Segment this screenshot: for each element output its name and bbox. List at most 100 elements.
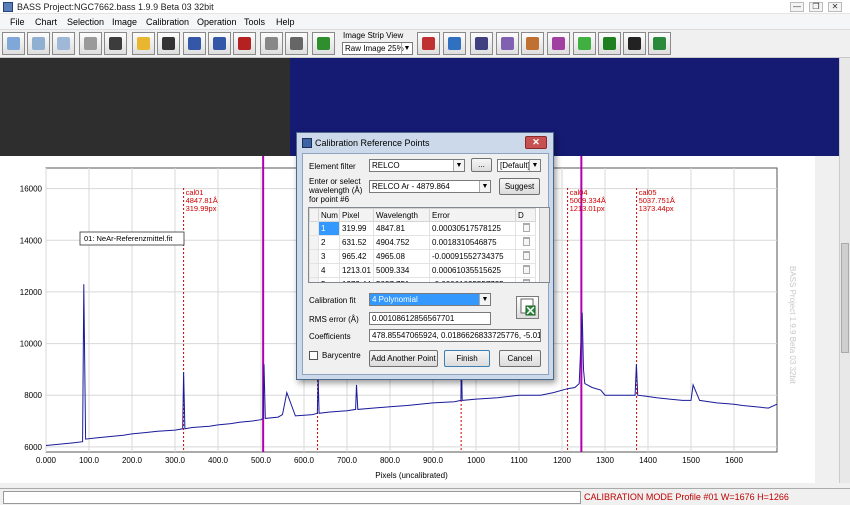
cell-error[interactable]: 0.00061035515625 — [429, 263, 516, 278]
cell-num[interactable]: 4 — [318, 263, 340, 278]
row-header[interactable] — [309, 263, 319, 278]
add-another-point-button[interactable]: Add Another Point — [369, 350, 438, 367]
cell-delete[interactable] — [515, 221, 536, 236]
element-filter-select[interactable]: RELCO ▼ — [369, 159, 465, 172]
delete-button[interactable] — [233, 32, 256, 55]
cell-delete[interactable] — [515, 263, 536, 278]
ab-button[interactable] — [598, 32, 621, 55]
cell-delete[interactable] — [515, 277, 536, 282]
cell-wavelength[interactable]: 4847.81 — [373, 221, 430, 236]
cell-error[interactable]: 0.00030517578125 — [429, 221, 516, 236]
excel-button[interactable] — [648, 32, 671, 55]
draw-button[interactable] — [260, 32, 283, 55]
image-2-button[interactable] — [27, 32, 50, 55]
calc-button[interactable] — [443, 32, 466, 55]
trash-icon[interactable] — [523, 237, 530, 246]
cell-error[interactable]: -0.00091552734375 — [429, 249, 516, 264]
grid-row[interactable]: 1 319.99 4847.81 0.00030517578125 — [309, 221, 536, 236]
grid-row[interactable]: 2 631.52 4904.752 0.0018310546875 — [309, 235, 536, 250]
cell-wavelength[interactable]: 4965.08 — [373, 249, 430, 264]
image-strip-select[interactable]: Raw Image 25% ▼ — [342, 42, 413, 55]
pen-button[interactable] — [521, 32, 544, 55]
cell-num[interactable]: 2 — [318, 235, 340, 250]
row-header[interactable] — [309, 249, 319, 264]
menu-calibration[interactable]: Calibration — [146, 17, 189, 27]
menu-operation[interactable]: Operation — [197, 17, 237, 27]
refresh-button[interactable] — [312, 32, 335, 55]
reference-points-grid[interactable]: Num Pixel Wavelength Error D 1 319.99 4847… — [308, 207, 550, 283]
cell-pixel[interactable]: 319.99 — [339, 221, 374, 236]
wavelength-select[interactable]: RELCO Ar - 4879.864 ▼ — [369, 180, 491, 193]
folder-button[interactable] — [132, 32, 155, 55]
minimize-button[interactable]: — — [790, 2, 804, 12]
grid-header-num[interactable]: Num — [318, 208, 340, 222]
menu-tools[interactable]: Tools — [244, 17, 265, 27]
trash-icon[interactable] — [523, 251, 530, 260]
menu-help[interactable]: Help — [276, 17, 295, 27]
tools-button[interactable] — [79, 32, 102, 55]
cell-num[interactable]: 5 — [318, 277, 340, 282]
cell-pixel[interactable]: 631.52 — [339, 235, 374, 250]
maximize-button[interactable]: ❐ — [809, 2, 823, 12]
grid-row[interactable]: 51373.445037.751-0.00061035557725 — [309, 277, 536, 282]
horizontal-scrollbar[interactable] — [3, 491, 581, 504]
reference-button[interactable] — [496, 32, 519, 55]
cell-wavelength[interactable]: 4904.752 — [373, 235, 430, 250]
suggest-button[interactable]: Suggest — [499, 178, 540, 195]
grid-row[interactable]: 4 1213.01 5009.334 0.00061035515625 — [309, 263, 536, 278]
cell-num[interactable]: 3 — [318, 249, 340, 264]
finish-button[interactable]: Finish — [444, 350, 490, 367]
grid-header-delete[interactable]: D — [515, 208, 536, 222]
cell-delete[interactable] — [515, 235, 536, 250]
grid-scrollbar[interactable] — [539, 208, 549, 282]
rms-field[interactable]: 0.00108612856567701 — [369, 312, 491, 325]
cancel-button[interactable]: Cancel — [499, 350, 541, 367]
save-button[interactable] — [183, 32, 206, 55]
cell-wavelength[interactable]: 5009.334 — [373, 263, 430, 278]
open-image-button[interactable] — [2, 32, 25, 55]
default-select[interactable]: [Default] ▼ — [497, 159, 541, 172]
reel-button[interactable] — [623, 32, 646, 55]
cell-pixel[interactable]: 965.42 — [339, 249, 374, 264]
trash-icon[interactable] — [523, 223, 530, 232]
film-button[interactable] — [157, 32, 180, 55]
trash-icon[interactable] — [523, 265, 530, 274]
cell-error[interactable]: -0.00061035557725 — [429, 277, 516, 282]
row-header[interactable] — [309, 277, 319, 282]
browse-button[interactable]: ... — [471, 158, 492, 172]
menu-selection[interactable]: Selection — [67, 17, 104, 27]
crop-button[interactable] — [285, 32, 308, 55]
flask-button[interactable] — [573, 32, 596, 55]
coefficients-field[interactable]: 478.85547065924, 0.0186626833725776, -5.… — [369, 329, 541, 342]
cell-error[interactable]: 0.0018310546875 — [429, 235, 516, 250]
save-10-button[interactable] — [208, 32, 231, 55]
cell-delete[interactable] — [515, 249, 536, 264]
menu-file[interactable]: File — [10, 17, 25, 27]
chart-a-button[interactable] — [417, 32, 440, 55]
image-3-button[interactable] — [52, 32, 75, 55]
menu-chart[interactable]: Chart — [35, 17, 57, 27]
vertical-scrollbar[interactable] — [839, 58, 850, 483]
row-header[interactable] — [309, 221, 319, 236]
calibration-fit-select[interactable]: 4 Polynomial ▼ — [369, 293, 491, 306]
export-excel-button[interactable] — [516, 296, 539, 319]
scrollbar-thumb[interactable] — [841, 243, 849, 353]
grid-row[interactable]: 3 965.42 4965.08 -0.00091552734375 — [309, 249, 536, 264]
grid-header-wavelength[interactable]: Wavelength — [373, 208, 430, 222]
row-header[interactable] — [309, 235, 319, 250]
grid-header-error[interactable]: Error — [429, 208, 516, 222]
cell-num[interactable]: 1 — [318, 221, 340, 236]
compass-button[interactable] — [470, 32, 493, 55]
close-window-button[interactable]: ✕ — [828, 2, 842, 12]
raw-image-thumbnail[interactable] — [0, 58, 290, 156]
grid-header-pixel[interactable]: Pixel — [339, 208, 374, 222]
barycentre-checkbox[interactable] — [309, 351, 318, 360]
cell-pixel[interactable]: 1373.44 — [339, 277, 374, 282]
lambda-button[interactable] — [547, 32, 570, 55]
cell-wavelength[interactable]: 5037.751 — [373, 277, 430, 282]
dialog-close-button[interactable]: ✕ — [525, 136, 547, 149]
binoculars-button[interactable] — [104, 32, 127, 55]
trash-icon[interactable] — [523, 279, 530, 282]
menu-image[interactable]: Image — [112, 17, 137, 27]
cell-pixel[interactable]: 1213.01 — [339, 263, 374, 278]
